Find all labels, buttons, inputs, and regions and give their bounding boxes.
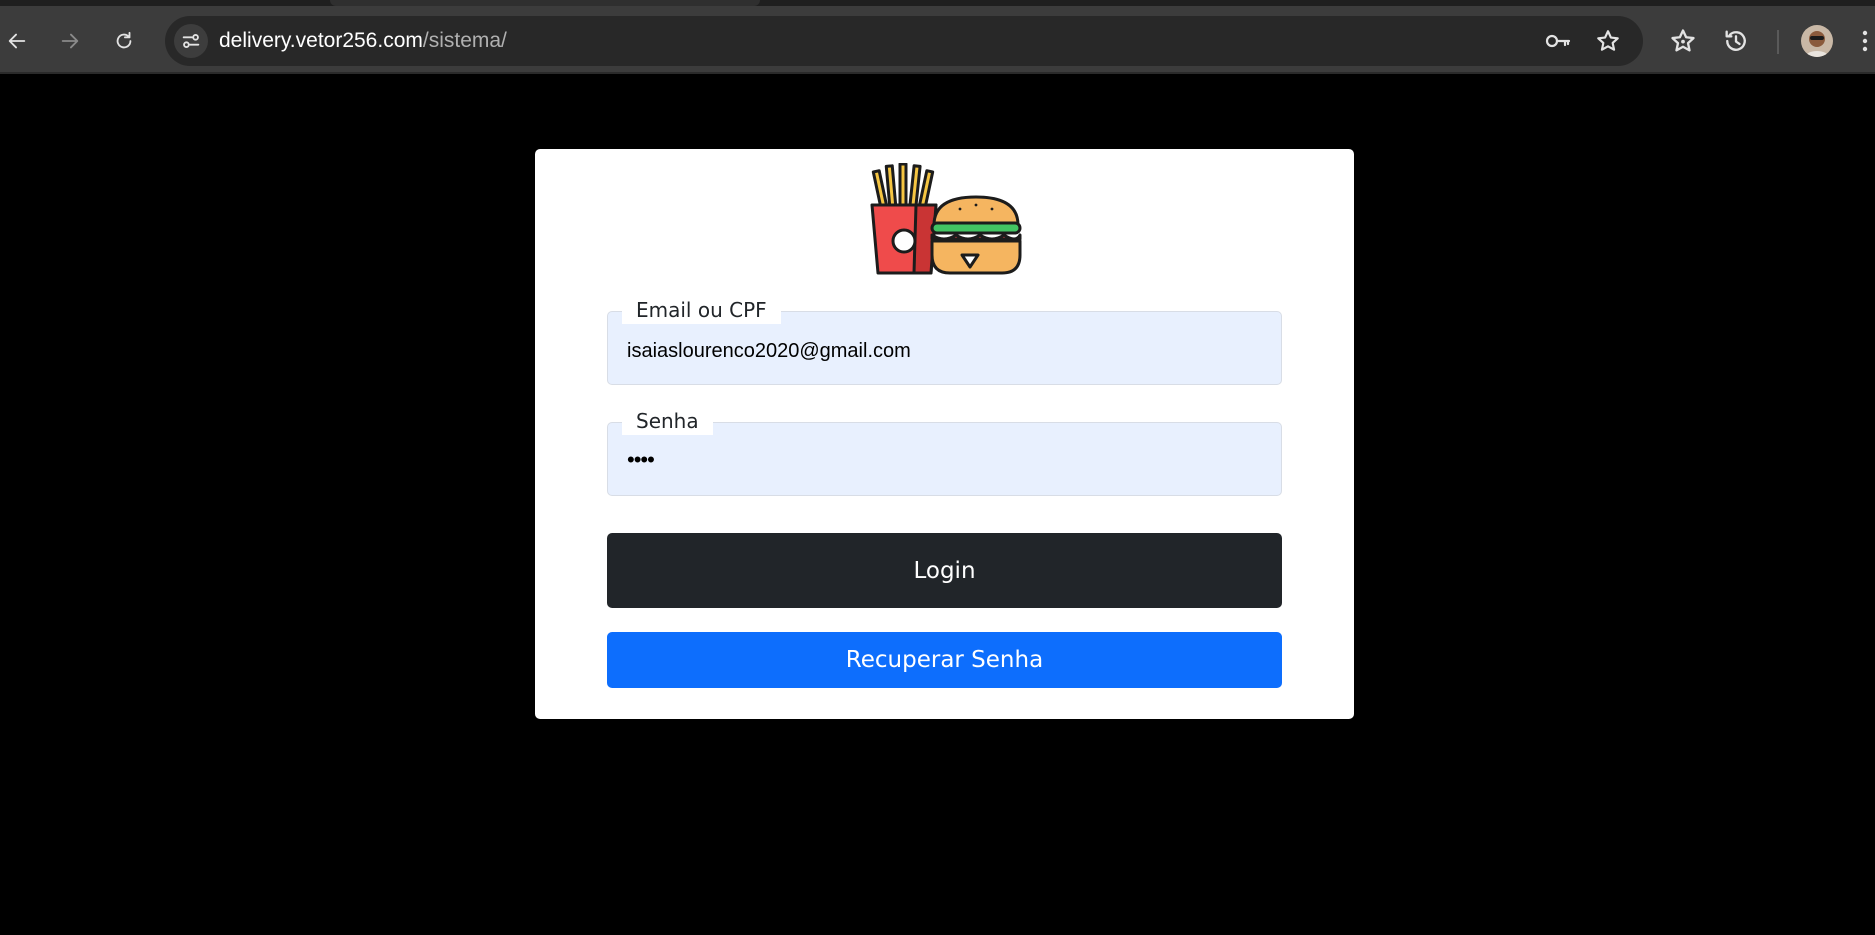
- recover-password-button[interactable]: Recuperar Senha: [607, 632, 1282, 688]
- history-icon: [1725, 30, 1746, 51]
- arrow-left-icon: [8, 33, 26, 49]
- browser-toolbar: delivery.vetor256.com/sistema/: [0, 6, 1875, 74]
- email-label: Email ou CPF: [622, 296, 781, 324]
- bookmarks-list-button[interactable]: [1668, 26, 1698, 56]
- password-input-value[interactable]: ••••: [627, 447, 655, 473]
- profile-avatar[interactable]: [1801, 25, 1833, 57]
- url-text[interactable]: delivery.vetor256.com/sistema/: [219, 16, 507, 66]
- browser-menu-button[interactable]: [1855, 26, 1875, 56]
- reload-button[interactable]: [107, 24, 141, 58]
- address-bar[interactable]: delivery.vetor256.com/sistema/: [165, 16, 1643, 66]
- toolbar-separator: [1777, 30, 1779, 54]
- site-info-button[interactable]: [174, 24, 208, 58]
- password-manager-button[interactable]: [1544, 27, 1572, 55]
- password-field[interactable]: Senha ••••: [607, 407, 1282, 496]
- login-button[interactable]: Login: [607, 533, 1282, 608]
- star-icon: [1597, 30, 1619, 51]
- arrow-right-icon: [61, 33, 79, 49]
- fries-burger-logo: [870, 163, 1022, 275]
- forward-button[interactable]: [53, 24, 87, 58]
- kebab-menu-icon: [1862, 30, 1868, 52]
- url-host: delivery.vetor256.com: [219, 29, 423, 52]
- history-button[interactable]: [1721, 26, 1751, 56]
- email-field[interactable]: Email ou CPF isaiaslourenco2020@gmail.co…: [607, 296, 1282, 385]
- login-card: Email ou CPF isaiaslourenco2020@gmail.co…: [535, 149, 1354, 719]
- email-input-value[interactable]: isaiaslourenco2020@gmail.com: [627, 340, 911, 363]
- url-path: /sistema/: [422, 29, 507, 52]
- password-label: Senha: [622, 407, 713, 435]
- back-button[interactable]: [0, 24, 34, 58]
- toolbar-divider: [0, 72, 1875, 74]
- bookmark-button[interactable]: [1594, 27, 1622, 55]
- star-list-icon: [1671, 29, 1695, 52]
- reload-icon: [116, 31, 132, 49]
- avatar-icon: [1801, 25, 1833, 57]
- key-icon: [1545, 34, 1571, 48]
- tune-icon: [182, 34, 200, 48]
